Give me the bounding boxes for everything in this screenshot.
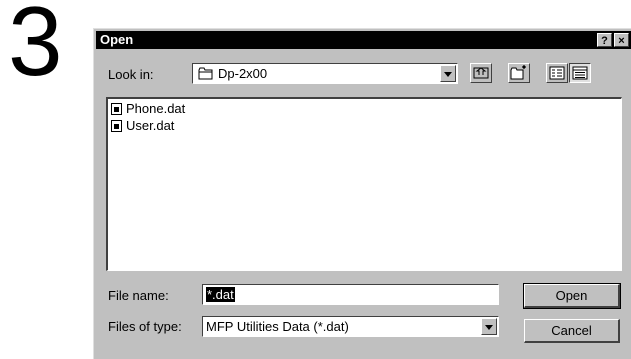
up-one-level-icon bbox=[473, 67, 489, 79]
file-name-label: File name: bbox=[108, 288, 169, 303]
file-type-label: Files of type: bbox=[108, 319, 182, 334]
chevron-down-icon bbox=[444, 72, 452, 77]
file-name: Phone.dat bbox=[126, 101, 186, 116]
details-view-button[interactable] bbox=[569, 63, 591, 83]
details-view-icon bbox=[572, 66, 588, 80]
new-folder-button[interactable] bbox=[508, 63, 530, 83]
close-button[interactable]: × bbox=[614, 33, 629, 47]
cancel-button[interactable]: Cancel bbox=[524, 319, 620, 343]
up-one-level-button[interactable] bbox=[470, 63, 492, 83]
file-type-dropdown-button[interactable] bbox=[481, 318, 497, 335]
file-name: User.dat bbox=[126, 118, 175, 133]
look-in-value: Dp-2x00 bbox=[218, 66, 268, 81]
open-button[interactable]: Open bbox=[523, 283, 621, 309]
help-button[interactable]: ? bbox=[597, 33, 612, 47]
file-name-field[interactable]: *.dat bbox=[202, 284, 499, 305]
file-icon bbox=[111, 103, 122, 115]
file-name-value: *.dat bbox=[206, 287, 235, 302]
look-in-label: Look in: bbox=[108, 67, 154, 82]
step-number: 3 bbox=[8, 0, 62, 96]
look-in-dropdown-button[interactable] bbox=[440, 65, 456, 82]
folder-icon bbox=[198, 67, 213, 80]
list-view-button[interactable] bbox=[546, 63, 568, 83]
dialog-title: Open bbox=[100, 32, 134, 47]
open-dialog: Open ? × Look in: Dp-2x00 Phone.dat User… bbox=[93, 28, 631, 359]
file-list[interactable]: Phone.dat User.dat bbox=[106, 97, 622, 271]
file-icon bbox=[111, 120, 122, 132]
chevron-down-icon bbox=[485, 325, 493, 330]
look-in-dropdown[interactable]: Dp-2x00 bbox=[192, 63, 458, 84]
title-bar: Open ? × bbox=[96, 31, 631, 49]
new-folder-icon bbox=[510, 65, 526, 80]
list-view-icon bbox=[549, 66, 565, 80]
file-type-dropdown[interactable]: MFP Utilities Data (*.dat) bbox=[202, 316, 499, 337]
file-type-value: MFP Utilities Data (*.dat) bbox=[206, 319, 349, 334]
